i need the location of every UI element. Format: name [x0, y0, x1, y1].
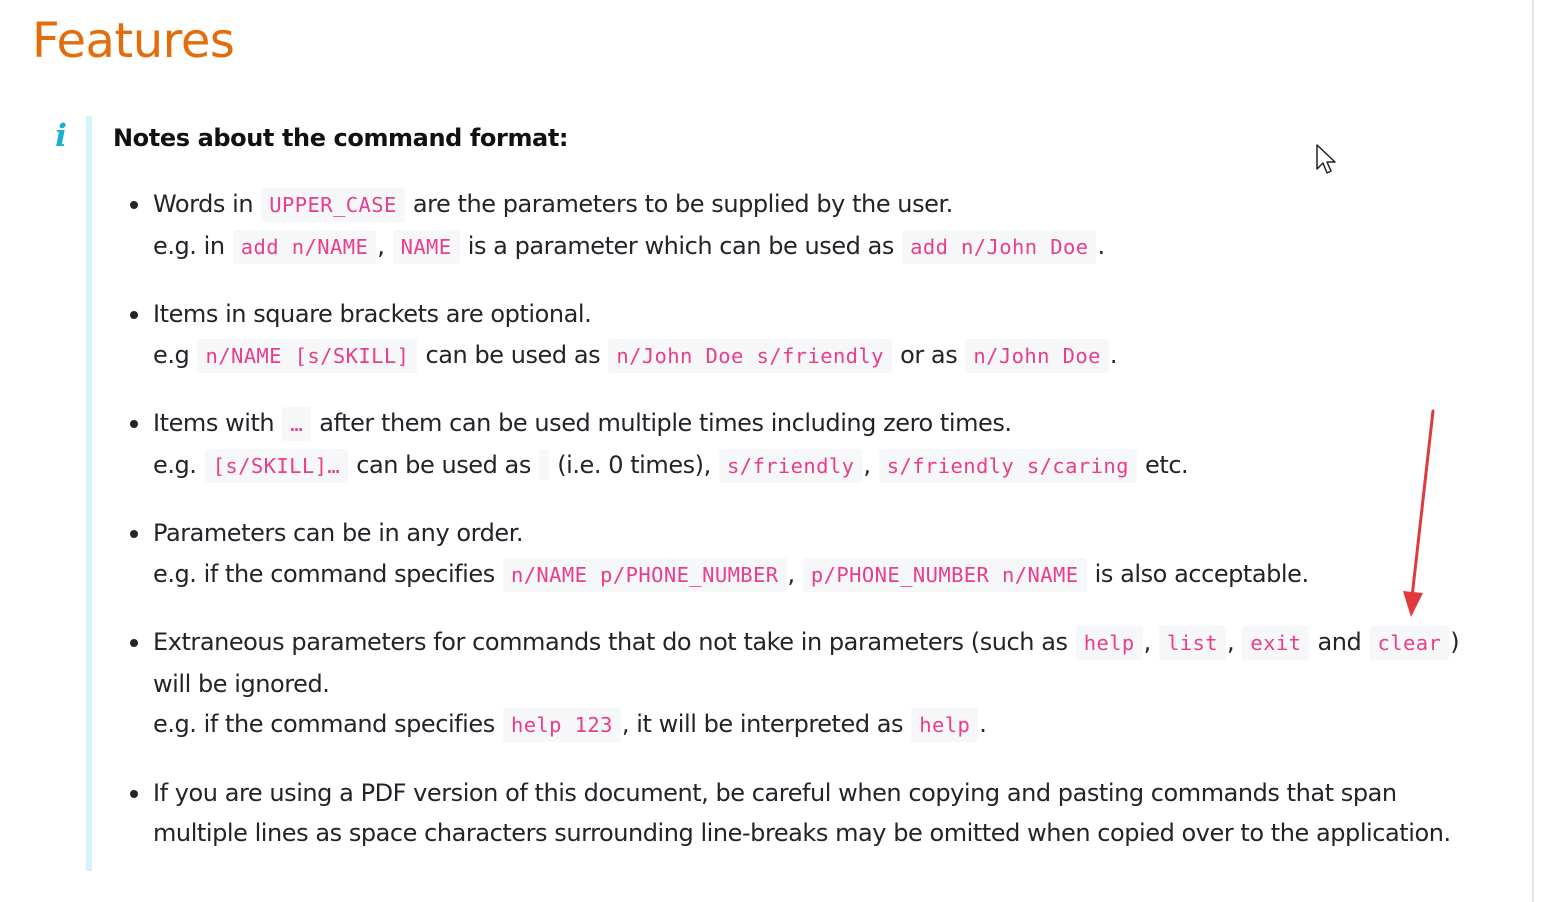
note-text: ,	[377, 231, 392, 260]
note-line-continued: multiple lines as space characters surro…	[153, 819, 1451, 847]
note-text: are the parameters to be supplied by the…	[405, 190, 953, 218]
inline-code: n/John Doe	[965, 338, 1109, 373]
note-text: Extraneous parameters for commands that …	[153, 628, 1075, 656]
inline-code: add n/John Doe	[902, 229, 1097, 264]
note-text: is a parameter which can be used as	[460, 231, 902, 260]
inline-code: s/friendly	[718, 448, 863, 483]
inline-code: s/friendly s/caring	[878, 448, 1137, 483]
note-text: ,	[1143, 628, 1159, 656]
note-text: Items with	[153, 409, 282, 437]
bullet-icon	[130, 201, 138, 209]
note-example-line: e.g. [s/SKILL]… can be used as (i.e. 0 t…	[153, 445, 1469, 487]
note-text: and	[1310, 628, 1369, 656]
note-text: )	[1450, 628, 1460, 656]
inline-code: clear	[1369, 626, 1450, 660]
note-text: can be used as	[349, 450, 539, 479]
note-text: is also acceptable.	[1087, 559, 1309, 588]
note-line: If you are using a PDF version of this d…	[153, 773, 1469, 814]
note-text: .	[979, 710, 987, 738]
note-line: Items with … after them can be used mult…	[153, 403, 1469, 445]
bullet-icon	[130, 311, 138, 319]
note-item-order: Parameters can be in any order. e.g. if …	[124, 513, 1469, 595]
note-item-extraneous: Extraneous parameters for commands that …	[124, 622, 1469, 746]
annotation-arrow-icon	[1403, 409, 1435, 617]
note-text: can be used as	[418, 340, 608, 369]
page-title: Features	[32, 13, 235, 69]
note-example-line: e.g n/NAME [s/SKILL] can be used as n/Jo…	[153, 335, 1469, 377]
note-text: If you are using a PDF version of this d…	[153, 778, 1397, 807]
mouse-cursor-icon	[1316, 144, 1336, 174]
inline-code: exit	[1242, 626, 1310, 660]
note-line: Extraneous parameters for commands that …	[153, 622, 1469, 664]
inline-code: list	[1159, 626, 1226, 660]
inline-code: n/NAME p/PHONE_NUMBER	[502, 557, 787, 592]
note-line: Words in UPPER_CASE are the parameters t…	[153, 184, 1469, 226]
note-text: .	[1109, 340, 1118, 369]
notes-list: Words in UPPER_CASE are the parameters t…	[124, 184, 1469, 881]
note-line-continued: will be ignored.	[153, 669, 330, 698]
note-text: etc.	[1137, 450, 1189, 479]
bullet-icon	[130, 530, 138, 538]
note-example-line: e.g. in add n/NAME, NAME is a parameter …	[153, 226, 1469, 268]
bullet-icon	[130, 639, 138, 647]
inline-code: UPPER_CASE	[261, 188, 405, 222]
callout-title: Notes about the command format:	[113, 124, 569, 152]
note-text: Items in square brackets are optional.	[153, 300, 592, 328]
bullet-icon	[130, 420, 138, 428]
note-text: .	[1097, 231, 1105, 260]
inline-code: n/John Doe s/friendly	[608, 338, 892, 373]
note-text: ,	[787, 559, 802, 588]
inline-code: help	[911, 708, 979, 742]
note-example-line: e.g. if the command specifies n/NAME p/P…	[153, 554, 1469, 596]
note-text: Parameters can be in any order.	[153, 519, 524, 547]
inline-code: add n/NAME	[232, 229, 377, 264]
inline-code: help 123	[502, 708, 621, 742]
inline-code: n/NAME [s/SKILL]	[197, 338, 418, 373]
inline-code: …	[282, 407, 312, 441]
callout-accent-bar	[86, 116, 92, 871]
note-item-multiple: Items with … after them can be used mult…	[124, 403, 1469, 486]
document-page: Features i Notes about the command forma…	[0, 0, 1534, 902]
note-text: e.g	[153, 340, 197, 369]
inline-code: NAME	[392, 229, 460, 264]
note-text: e.g. in	[153, 231, 232, 260]
note-item-optional: Items in square brackets are optional. e…	[124, 294, 1469, 376]
note-line: Items in square brackets are optional.	[153, 294, 1469, 335]
note-item-pdf: If you are using a PDF version of this d…	[124, 773, 1469, 854]
inline-code-empty	[539, 449, 550, 480]
inline-code: [s/SKILL]…	[204, 448, 349, 483]
info-icon: i	[55, 118, 67, 154]
note-text: e.g. if the command specifies	[153, 710, 502, 738]
note-example-line: e.g. if the command specifies help 123, …	[153, 704, 1469, 746]
bullet-icon	[130, 789, 138, 798]
note-line: Parameters can be in any order.	[153, 513, 1469, 554]
inline-code: p/PHONE_NUMBER n/NAME	[802, 557, 1087, 592]
note-item-upper-case: Words in UPPER_CASE are the parameters t…	[124, 184, 1469, 267]
note-text: e.g.	[153, 450, 204, 479]
note-text: ,	[863, 450, 878, 479]
note-text: Words in	[153, 190, 261, 218]
note-text: (i.e. 0 times),	[550, 450, 718, 479]
note-text: e.g. if the command specifies	[153, 559, 502, 588]
note-text: , it will be interpreted as	[621, 710, 911, 738]
note-text: after them can be used multiple times in…	[312, 409, 1012, 437]
note-text: ,	[1227, 628, 1242, 656]
inline-code: help	[1075, 626, 1143, 660]
note-text: or as	[892, 340, 965, 369]
